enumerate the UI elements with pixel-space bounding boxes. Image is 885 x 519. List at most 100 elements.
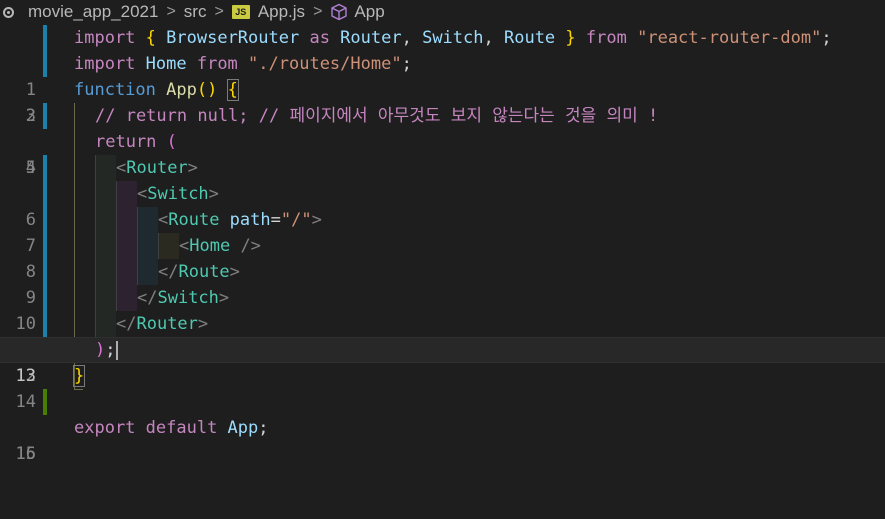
git-modified-marker	[43, 103, 47, 129]
code-line[interactable]: 1 import { BrowserRouter as Router, Swit…	[0, 25, 885, 100]
git-modified-marker	[43, 259, 47, 285]
code-line[interactable]: 15	[0, 389, 885, 464]
token: import	[74, 28, 136, 48]
token: Route	[493, 28, 556, 48]
token: App	[217, 418, 259, 438]
breadcrumb-folder[interactable]: src	[184, 2, 207, 22]
token: >	[208, 184, 219, 204]
code-text[interactable]: </Route>	[158, 259, 240, 285]
token: {	[145, 28, 156, 48]
code-line[interactable]: 11 </Switch>	[0, 285, 885, 360]
token: Switch	[157, 288, 219, 308]
token: from	[186, 54, 238, 74]
code-text[interactable]: }	[72, 363, 86, 389]
token: App	[155, 80, 197, 100]
token: Router	[136, 314, 198, 334]
token: from	[575, 28, 627, 48]
token: ;	[258, 418, 269, 438]
code-text[interactable]: function App() {	[74, 77, 239, 103]
token: >	[187, 158, 198, 178]
code-line[interactable]: 4 // return null; // 페이지에서 아무것도 보지 않는다는 …	[0, 103, 885, 178]
token: ,	[483, 28, 494, 48]
token: =	[270, 210, 281, 230]
token: "/"	[280, 210, 312, 230]
token: <	[158, 210, 169, 230]
code-text[interactable]: </Switch>	[137, 285, 229, 311]
code-text[interactable]: );	[95, 337, 118, 363]
code-editor[interactable]: 1 import { BrowserRouter as Router, Swit…	[0, 25, 885, 464]
breadcrumb-project[interactable]: movie_app_2021	[28, 2, 158, 22]
token: Router	[329, 28, 402, 48]
code-text[interactable]: import { BrowserRouter as Router, Switch…	[74, 25, 832, 51]
token: <	[137, 184, 148, 204]
text-cursor	[115, 340, 118, 360]
chevron-right-icon: >	[166, 3, 176, 20]
code-text[interactable]: <Router>	[116, 155, 198, 181]
token: Home	[189, 236, 231, 256]
token: default	[135, 418, 218, 438]
chevron-right-icon: >	[313, 3, 323, 20]
code-line[interactable]: 8 <Route path="/">	[0, 207, 885, 282]
token: }	[72, 365, 86, 387]
token: Router	[126, 158, 188, 178]
breadcrumb-symbol[interactable]: App	[354, 2, 384, 22]
circle-icon	[3, 6, 14, 18]
token: ;	[401, 54, 412, 74]
code-text[interactable]: <Switch>	[137, 181, 219, 207]
token: export	[74, 418, 136, 438]
code-text[interactable]: // return null; // 페이지에서 아무것도 보지 않는다는 것을…	[95, 103, 658, 129]
token: ,	[401, 28, 412, 48]
token: {	[226, 79, 239, 101]
token: ;	[105, 340, 116, 360]
git-modified-marker	[43, 311, 47, 337]
token: Switch	[147, 184, 209, 204]
code-line[interactable]: 12 </Router>	[0, 311, 885, 386]
code-line[interactable]: 2 import Home from "./routes/Home";	[0, 51, 885, 126]
token: ()	[196, 80, 218, 100]
token: )	[95, 340, 106, 360]
token: import	[74, 54, 136, 74]
token: </	[137, 288, 158, 308]
chevron-right-icon: >	[214, 3, 224, 20]
cube-icon	[330, 3, 348, 21]
code-line[interactable]: 3 function App() {	[0, 77, 885, 126]
code-text[interactable]: return (	[95, 129, 177, 155]
token: Route	[168, 210, 220, 230]
code-line[interactable]: 10 </Route>	[0, 259, 885, 334]
code-line-current[interactable]: 13 );	[0, 337, 885, 386]
code-text[interactable]: <Route path="/">	[158, 207, 322, 233]
token: Home	[135, 54, 187, 74]
breadcrumb-file[interactable]: App.js	[258, 2, 305, 22]
code-line[interactable]: 5 return (	[0, 129, 885, 178]
git-modified-marker	[43, 181, 47, 207]
git-modified-marker	[43, 233, 47, 259]
code-text[interactable]: export default App;	[74, 415, 269, 441]
token: (	[166, 132, 177, 152]
line-number: 16	[15, 444, 36, 464]
token: as	[299, 28, 330, 48]
token: >	[218, 288, 230, 308]
code-line[interactable]: 14 }	[0, 363, 885, 412]
token: >	[311, 210, 322, 230]
git-modified-marker	[43, 155, 47, 181]
token: </	[116, 314, 137, 334]
code-text[interactable]: <Home />	[179, 233, 261, 259]
breadcrumb: movie_app_2021 > src > JS App.js > App	[0, 0, 885, 24]
token: Switch	[411, 28, 484, 48]
token: />	[230, 236, 261, 256]
comment-token: // return null; // 페이지에서 아무것도 보지 않는다는 것을…	[95, 106, 659, 126]
token: return	[95, 132, 157, 152]
code-text[interactable]: import Home from "./routes/Home";	[74, 51, 412, 77]
code-line[interactable]: 9 <Home />	[0, 233, 885, 308]
token: "./routes/Home"	[248, 54, 402, 74]
code-line[interactable]: 16 export default App;	[0, 415, 885, 464]
token: }	[565, 28, 576, 48]
code-line[interactable]: 6 <Router>	[0, 155, 885, 230]
code-line[interactable]: 7 <Switch>	[0, 181, 885, 256]
javascript-file-icon: JS	[231, 5, 250, 19]
token: function	[74, 80, 156, 100]
git-modified-marker	[43, 51, 47, 77]
git-added-marker	[43, 389, 47, 415]
code-text[interactable]: </Router>	[116, 311, 208, 337]
token: ;	[821, 28, 832, 48]
